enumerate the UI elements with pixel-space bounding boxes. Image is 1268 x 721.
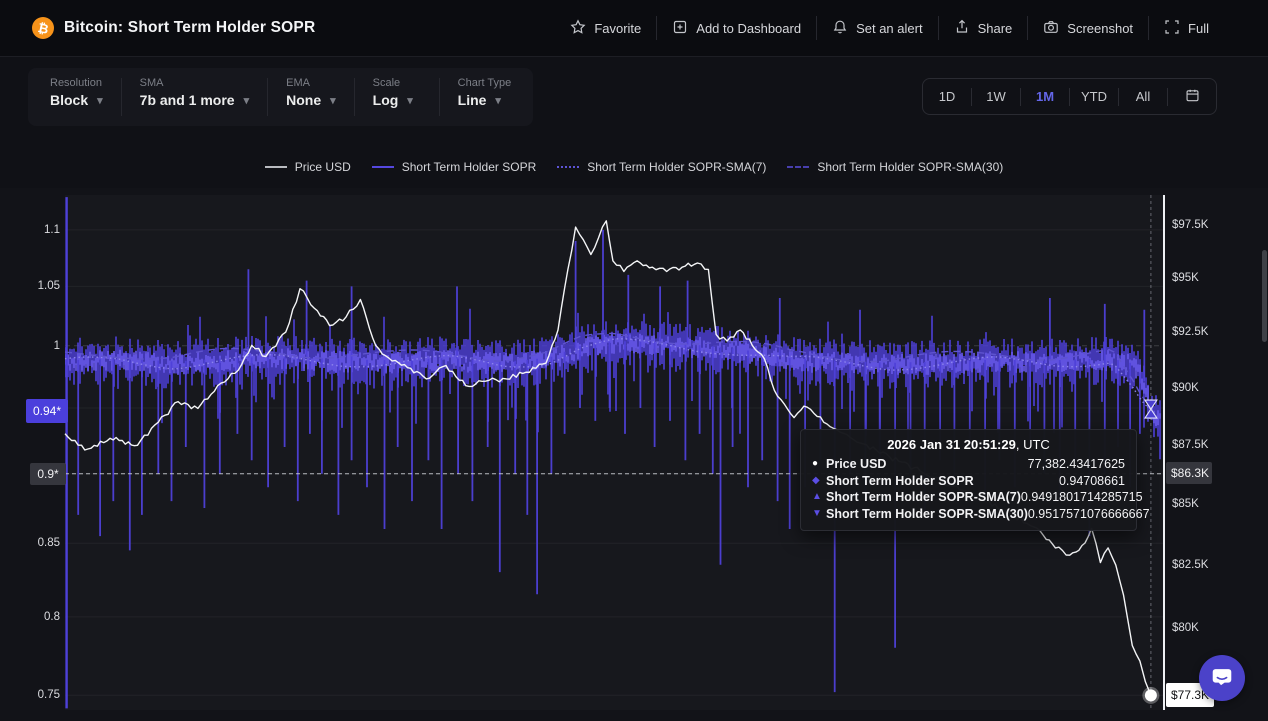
tooltip-timestamp: 2026 Jan 31 20:51:29, UTC <box>812 437 1125 452</box>
chevron-down-icon: ▾ <box>330 94 336 107</box>
tooltip-row-sma30: ▼ Short Term Holder SOPR-SMA(30) 0.95175… <box>812 506 1125 523</box>
y-axis-tick-left: 1.05 <box>16 279 60 293</box>
time-range-selector: 1D 1W 1M YTD All <box>922 78 1217 115</box>
range-1m-button[interactable]: 1M <box>1021 79 1069 114</box>
range-1w-button[interactable]: 1W <box>972 79 1020 114</box>
legend-label: Short Term Holder SOPR-SMA(7) <box>587 160 766 174</box>
scrollbar-thumb[interactable] <box>1262 250 1267 342</box>
tooltip-row-sma7: ▲ Short Term Holder SOPR-SMA(7) 0.949180… <box>812 489 1125 506</box>
bell-icon <box>832 19 848 38</box>
star-icon <box>570 19 586 38</box>
tooltip-row-price: ● Price USD 77,382.43417625 <box>812 456 1125 473</box>
legend-label: Price USD <box>295 160 351 174</box>
fullscreen-button[interactable]: Full <box>1149 12 1224 44</box>
dashboard-add-icon <box>672 19 688 38</box>
y-axis-tick-right: $87.5K <box>1172 438 1232 452</box>
scale-dropdown[interactable]: Scale Log ▾ <box>357 68 437 126</box>
share-icon <box>954 19 970 38</box>
resolution-dropdown[interactable]: Resolution Block ▾ <box>34 68 119 126</box>
ema-label: EMA <box>286 77 336 89</box>
chart-area: CryptoQuant 0.94* 0.9* $86.3K $77.3K 202… <box>0 188 1268 721</box>
legend-item-sopr[interactable]: Short Term Holder SOPR <box>372 160 537 174</box>
bitcoin-icon: ₿ <box>32 17 54 39</box>
y-axis-tick-left: 0.8 <box>16 610 60 624</box>
ema-value: None <box>286 92 321 108</box>
set-alert-label: Set an alert <box>856 21 923 36</box>
scale-value: Log <box>373 92 399 108</box>
calendar-icon <box>1185 88 1200 106</box>
tooltip-row-marker-2: ▲ <box>812 489 826 506</box>
chart-tooltip: 2026 Jan 31 20:51:29, UTC ● Price USD 77… <box>800 429 1137 531</box>
divider <box>121 78 122 116</box>
sopr-last-value-badge: 0.94* <box>26 399 68 423</box>
y-axis-tick-right: $90K <box>1172 381 1232 395</box>
chart-type-value: Line <box>458 92 487 108</box>
divider <box>354 78 355 116</box>
fullscreen-icon <box>1164 19 1180 38</box>
legend-swatch-1 <box>372 166 394 168</box>
range-all-button[interactable]: All <box>1119 79 1167 114</box>
resolution-label: Resolution <box>50 77 103 89</box>
legend-label: Short Term Holder SOPR-SMA(30) <box>817 160 1003 174</box>
y-axis-tick-right: $80K <box>1172 621 1232 635</box>
ema-dropdown[interactable]: EMA None ▾ <box>270 68 352 126</box>
crosshair-sopr-badge: 0.9* <box>30 463 66 485</box>
share-button[interactable]: Share <box>939 12 1028 44</box>
chat-support-button[interactable] <box>1199 655 1245 701</box>
page-title: Bitcoin: Short Term Holder SOPR <box>64 19 315 37</box>
range-1d-button[interactable]: 1D <box>923 79 971 114</box>
y-axis-tick-left: 0.75 <box>16 688 60 702</box>
chart-controls-panel: Resolution Block ▾ SMA 7b and 1 more ▾ EMA… <box>28 68 533 126</box>
add-to-dashboard-button[interactable]: Add to Dashboard <box>657 12 816 44</box>
y-axis-tick-left: 0.85 <box>16 536 60 550</box>
fullscreen-label: Full <box>1188 21 1209 36</box>
legend-swatch-2 <box>557 166 579 168</box>
y-axis-tick-right: $85K <box>1172 497 1232 511</box>
custom-date-range-button[interactable] <box>1168 79 1216 114</box>
y-axis-tick-right: $92.5K <box>1172 325 1232 339</box>
chevron-down-icon: ▾ <box>97 94 103 107</box>
chart-type-dropdown[interactable]: Chart Type Line ▾ <box>442 68 528 126</box>
set-alert-button[interactable]: Set an alert <box>817 12 938 44</box>
camera-icon <box>1043 19 1059 38</box>
screenshot-button[interactable]: Screenshot <box>1028 12 1148 44</box>
sma-dropdown[interactable]: SMA 7b and 1 more ▾ <box>124 68 265 126</box>
chevron-down-icon: ▾ <box>495 94 501 107</box>
legend-item-price-usd[interactable]: Price USD <box>265 160 351 174</box>
crosshair-price-badge: $86.3K <box>1166 462 1212 484</box>
chat-bubble-icon <box>1209 664 1235 693</box>
sma-value: 7b and 1 more <box>140 92 235 108</box>
legend-label: Short Term Holder SOPR <box>402 160 537 174</box>
y-axis-tick-right: $95K <box>1172 271 1232 285</box>
range-ytd-button[interactable]: YTD <box>1070 79 1118 114</box>
legend-item-sopr-sma7[interactable]: Short Term Holder SOPR-SMA(7) <box>557 160 766 174</box>
chevron-down-icon: ▾ <box>244 94 250 107</box>
sma-label: SMA <box>140 77 249 89</box>
scale-label: Scale <box>373 77 421 89</box>
add-to-dashboard-label: Add to Dashboard <box>696 21 801 36</box>
y-axis-tick-left: 1.1 <box>16 223 60 237</box>
tooltip-row-marker-0: ● <box>812 456 826 473</box>
divider <box>439 78 440 116</box>
screenshot-label: Screenshot <box>1067 21 1133 36</box>
tooltip-row-marker-3: ▼ <box>812 506 826 523</box>
price-end-marker <box>1145 689 1157 701</box>
chevron-down-icon: ▾ <box>407 94 413 107</box>
share-label: Share <box>978 21 1013 36</box>
divider <box>267 78 268 116</box>
y-axis-tick-left: 1 <box>16 339 60 353</box>
chart-legend: Price USD Short Term Holder SOPR Short T… <box>0 157 1268 177</box>
tooltip-row-sopr: ◆ Short Term Holder SOPR 0.94708661 <box>812 473 1125 490</box>
resolution-value: Block <box>50 92 88 108</box>
legend-item-sopr-sma30[interactable]: Short Term Holder SOPR-SMA(30) <box>787 160 1003 174</box>
legend-swatch-0 <box>265 166 287 168</box>
y-axis-tick-right: $82.5K <box>1172 558 1232 572</box>
y-axis-tick-right: $97.5K <box>1172 218 1232 232</box>
favorite-button[interactable]: Favorite <box>555 12 656 44</box>
legend-swatch-3 <box>787 166 809 168</box>
tooltip-row-marker-1: ◆ <box>812 473 826 490</box>
favorite-label: Favorite <box>594 21 641 36</box>
chart-type-label: Chart Type <box>458 77 512 89</box>
header: ₿ Bitcoin: Short Term Holder SOPR Favori… <box>0 0 1268 57</box>
